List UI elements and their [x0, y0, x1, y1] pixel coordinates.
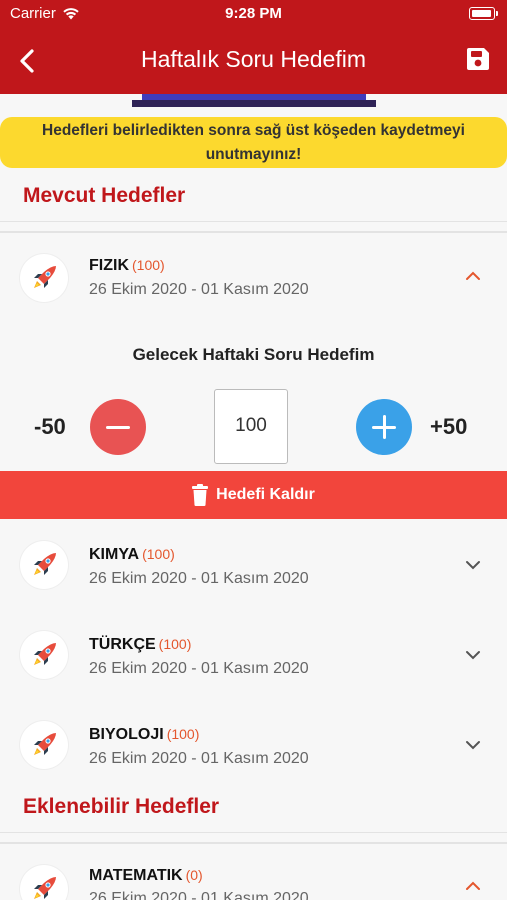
avatar [20, 254, 68, 302]
goal-count: (100) [158, 636, 192, 652]
goal-quantity-field[interactable]: 100 [214, 389, 288, 464]
goal-count: (100) [166, 726, 200, 742]
battery-icon [469, 7, 498, 20]
goal-row-fizik[interactable]: FIZIK (100) 26 Ekim 2020 - 01 Kasım 2020 [0, 233, 507, 323]
tablet-illustration [132, 94, 376, 107]
avatar [20, 865, 68, 900]
rocket-icon [34, 266, 56, 288]
goal-row-kimya[interactable]: KIMYA (100) 26 Ekim 2020 - 01 Kasım 2020 [0, 520, 507, 610]
goal-row-turkce[interactable]: TÜRKÇE (100) 26 Ekim 2020 - 01 Kasım 2020 [0, 610, 507, 700]
chevron-down-icon[interactable] [465, 560, 481, 570]
avatar [20, 541, 68, 589]
subject-name: MATEMATIK (0) [89, 867, 203, 884]
avatar [20, 631, 68, 679]
trash-icon [192, 484, 209, 506]
save-icon [467, 48, 489, 70]
save-button[interactable] [465, 46, 491, 72]
chevron-up-icon[interactable] [465, 271, 481, 281]
goal-row-biyoloji[interactable]: BIYOLOJI (100) 26 Ekim 2020 - 01 Kasım 20… [0, 700, 507, 790]
notice-line-2: unutmayınız! [205, 146, 302, 163]
save-reminder-banner: Hedefleri belirledikten sonra sağ üst kö… [0, 117, 507, 168]
notice-line-1: Hedefleri belirledikten sonra sağ üst kö… [42, 122, 465, 139]
rocket-icon [34, 877, 56, 899]
decrease-button[interactable] [90, 399, 146, 455]
chevron-down-icon[interactable] [465, 740, 481, 750]
date-range: 26 Ekim 2020 - 01 Kasım 2020 [89, 890, 309, 900]
rocket-icon [34, 553, 56, 575]
clock: 9:28 PM [225, 5, 282, 22]
remove-goal-button[interactable]: Hedefi Kaldır [0, 471, 507, 519]
increase-button[interactable] [356, 399, 412, 455]
weekly-goal-title: Gelecek Haftaki Soru Hedefim [132, 345, 375, 364]
goal-count: (100) [142, 546, 175, 562]
minus-amount-label: -50 [34, 414, 66, 439]
divider [0, 832, 507, 833]
rocket-icon [34, 733, 56, 755]
rocket-icon [34, 643, 56, 665]
date-range: 26 Ekim 2020 - 01 Kasım 2020 [89, 750, 309, 767]
subject-name: BIYOLOJI (100) [89, 726, 200, 743]
minus-icon [106, 425, 130, 429]
goal-count: (0) [185, 867, 203, 883]
date-range: 26 Ekim 2020 - 01 Kasım 2020 [89, 660, 309, 677]
navigation-bar: Haftalık Soru Hedefim [0, 28, 507, 94]
date-range: 26 Ekim 2020 - 01 Kasım 2020 [89, 570, 309, 587]
avatar [20, 721, 68, 769]
plus-amount-label: +50 [430, 414, 468, 439]
date-range: 26 Ekim 2020 - 01 Kasım 2020 [89, 281, 309, 298]
plus-icon-v [382, 415, 386, 439]
divider [0, 221, 507, 222]
page-title: Haftalık Soru Hedefim [141, 46, 366, 72]
chevron-up-icon[interactable] [465, 881, 481, 891]
subject-name: TÜRKÇE (100) [89, 636, 192, 653]
current-goals-heading: Mevcut Hedefler [23, 184, 186, 207]
available-goals-heading: Eklenebilir Hedefler [23, 795, 220, 818]
chevron-down-icon[interactable] [465, 650, 481, 660]
status-bar: Carrier 9:28 PM [0, 0, 507, 28]
subject-name: FIZIK (100) [89, 257, 165, 274]
goal-row-matematik[interactable]: MATEMATIK (0) 26 Ekim 2020 - 01 Kasım 202… [0, 844, 507, 900]
goal-count: (100) [132, 257, 165, 273]
subject-name: KIMYA (100) [89, 546, 175, 563]
remove-goal-label: Hedefi Kaldır [216, 486, 315, 503]
